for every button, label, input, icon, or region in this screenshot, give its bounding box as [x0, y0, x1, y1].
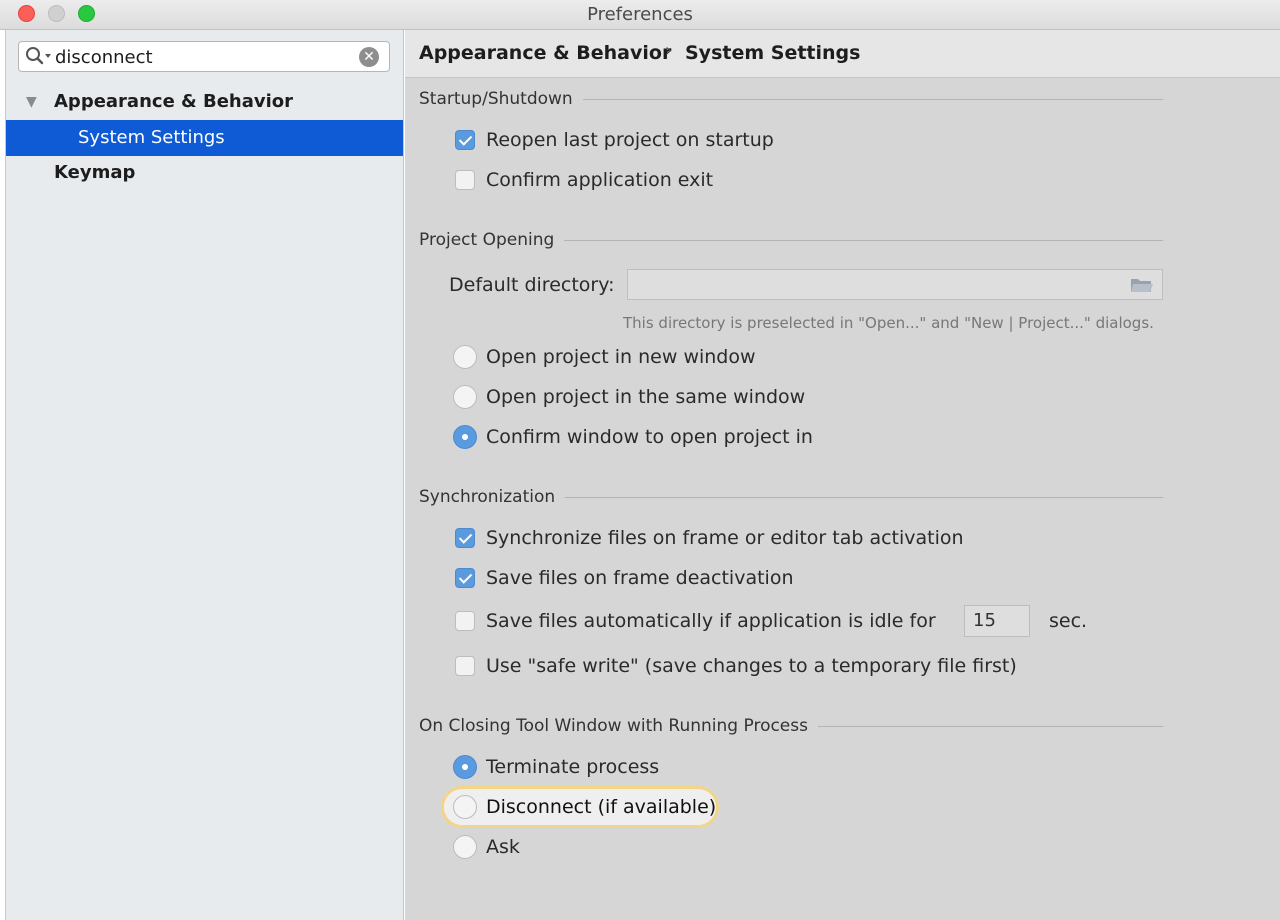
tree-item-system-settings[interactable]: System Settings: [6, 120, 403, 156]
tree-item-label: System Settings: [78, 127, 225, 148]
radio-selected[interactable]: [453, 425, 477, 449]
option-label: Use "safe write" (save changes to a temp…: [486, 655, 1017, 677]
default-directory-field[interactable]: [627, 269, 1163, 300]
section-title-project-opening: Project Opening: [419, 230, 565, 250]
settings-search-box[interactable]: ✕: [18, 41, 390, 72]
option-label: Save files on frame deactivation: [486, 567, 794, 589]
section-title-synchronization: Synchronization: [419, 487, 566, 507]
breadcrumb-parent[interactable]: Appearance & Behavior: [419, 42, 671, 64]
checkbox-unchecked[interactable]: [455, 656, 475, 676]
window-title-bar: Preferences: [0, 0, 1280, 30]
clear-icon[interactable]: ✕: [359, 47, 379, 67]
idle-seconds-input[interactable]: 15: [964, 605, 1030, 637]
tree-item-label: Appearance & Behavior: [54, 91, 294, 112]
idle-seconds-unit: sec.: [1049, 610, 1088, 632]
default-directory-label: Default directory:: [449, 274, 615, 296]
checkbox-checked[interactable]: [455, 130, 475, 150]
breadcrumb: Appearance & Behavior › System Settings: [405, 30, 1280, 78]
option-label: Synchronize files on frame or editor tab…: [486, 527, 964, 549]
option-label: Reopen last project on startup: [486, 129, 774, 151]
checkbox-checked[interactable]: [455, 568, 475, 588]
option-label: Terminate process: [486, 756, 660, 778]
settings-search-input[interactable]: [55, 45, 345, 69]
checkbox-unchecked[interactable]: [455, 611, 475, 631]
checkbox-checked[interactable]: [455, 528, 475, 548]
tree-item-appearance-behavior[interactable]: ▼ Appearance & Behavior: [6, 84, 403, 120]
search-icon[interactable]: [25, 46, 53, 66]
section-title-startup: Startup/Shutdown: [419, 89, 583, 109]
option-label: Save files automatically if application …: [486, 610, 936, 632]
radio-unselected[interactable]: [453, 795, 477, 819]
expand-arrow-icon[interactable]: ▼: [26, 84, 37, 120]
tree-item-keymap[interactable]: Keymap: [6, 155, 403, 191]
option-label: Ask: [486, 836, 520, 858]
section-title-closing-tool-window: On Closing Tool Window with Running Proc…: [419, 716, 818, 736]
radio-unselected[interactable]: [453, 385, 477, 409]
option-label: Confirm application exit: [486, 169, 714, 191]
settings-sidebar: ✕ ▼ Appearance & Behavior System Setting…: [6, 30, 404, 920]
radio-selected[interactable]: [453, 755, 477, 779]
radio-unselected[interactable]: [453, 835, 477, 859]
breadcrumb-separator: ›: [665, 40, 673, 61]
folder-icon[interactable]: [1130, 276, 1154, 294]
option-label: Open project in new window: [486, 346, 756, 368]
option-label: Open project in the same window: [486, 386, 806, 408]
settings-content-panel: Appearance & Behavior › System Settings …: [405, 30, 1280, 920]
breadcrumb-current: System Settings: [685, 42, 861, 64]
radio-unselected[interactable]: [453, 345, 477, 369]
checkbox-unchecked[interactable]: [455, 170, 475, 190]
option-label: Confirm window to open project in: [486, 426, 813, 448]
default-directory-hint: This directory is preselected in "Open..…: [623, 314, 1154, 332]
window-title: Preferences: [587, 4, 693, 25]
tree-item-label: Keymap: [54, 162, 136, 183]
option-label: Disconnect (if available): [486, 796, 717, 818]
